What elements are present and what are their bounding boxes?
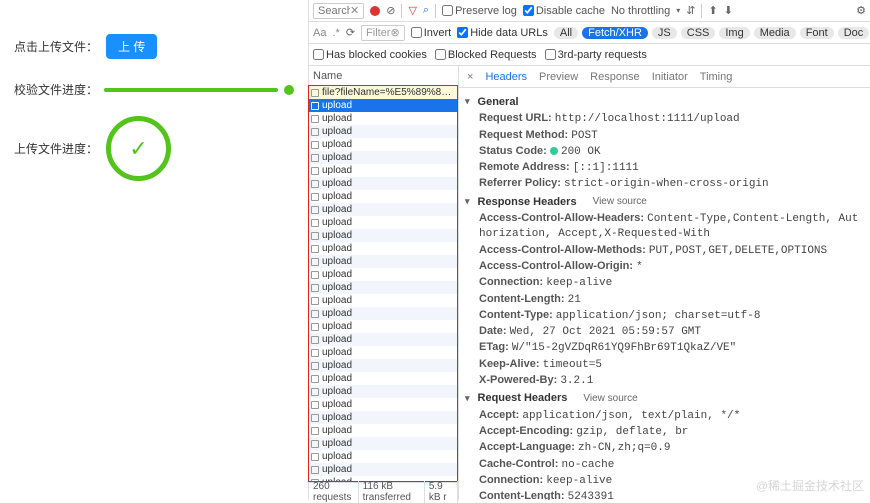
clear-icon[interactable]: ⊘ [386, 4, 395, 17]
search-icon[interactable]: ⌕ [423, 4, 429, 17]
preserve-log-checkbox[interactable]: Preserve log [442, 5, 517, 17]
status-dot-icon [550, 147, 558, 155]
request-row[interactable]: upload [309, 385, 457, 398]
check-icon: ✓ [129, 136, 147, 162]
upload-button[interactable]: 上 传 [106, 34, 157, 59]
blocked-requests-checkbox[interactable]: Blocked Requests [435, 49, 537, 61]
devtools-panel: ✕ ⊘ ▽ ⌕ Preserve log Disable cache No th… [308, 0, 870, 500]
type-filter-media[interactable]: Media [754, 27, 796, 39]
request-row[interactable]: upload [309, 177, 457, 190]
requests-footer: 260 requests 116 kB transferred 5.9 kB r [309, 482, 458, 500]
request-row[interactable]: upload [309, 151, 457, 164]
requests-list[interactable]: file?fileName=%E5%89%8D%E7%AB…uploaduplo… [308, 85, 458, 482]
request-row[interactable]: upload [309, 242, 457, 255]
close-details-icon[interactable]: × [467, 71, 473, 83]
type-filter-fetchxhr[interactable]: Fetch/XHR [582, 27, 648, 39]
tab-timing[interactable]: Timing [700, 71, 733, 83]
request-row[interactable]: upload [309, 138, 457, 151]
section-request-headers[interactable]: Request HeadersView source [465, 391, 864, 405]
request-row[interactable]: upload [309, 463, 457, 476]
request-row[interactable]: upload [309, 437, 457, 450]
request-row[interactable]: upload [309, 294, 457, 307]
type-filter-all[interactable]: All [554, 27, 578, 39]
request-row[interactable]: upload [309, 203, 457, 216]
request-row[interactable]: upload [309, 125, 457, 138]
section-response-headers[interactable]: Response HeadersView source [465, 195, 864, 209]
request-row[interactable]: upload [309, 450, 457, 463]
filter-input[interactable]: Filter ⊗ [361, 25, 405, 41]
request-row[interactable]: upload [309, 307, 457, 320]
requests-column: Name file?fileName=%E5%89%8D%E7%AB…uploa… [309, 66, 459, 500]
upload-progress-label: 上传文件进度： [14, 140, 98, 157]
request-row[interactable]: upload [309, 268, 457, 281]
request-row[interactable]: upload [309, 164, 457, 177]
request-row[interactable]: upload [309, 320, 457, 333]
download-icon[interactable]: ⬇ [724, 4, 733, 17]
blocked-toolbar: Has blocked cookies Blocked Requests 3rd… [309, 44, 870, 66]
request-row[interactable]: upload [309, 424, 457, 437]
progress-complete-icon [284, 85, 294, 95]
request-row[interactable]: upload [309, 112, 457, 125]
clear-filter-icon[interactable]: ⊗ [390, 26, 399, 39]
regex-icon[interactable]: .* [332, 27, 339, 39]
disable-cache-checkbox[interactable]: Disable cache [523, 5, 605, 17]
reload-icon[interactable]: ⟳ [346, 26, 355, 39]
request-row[interactable]: upload [309, 346, 457, 359]
type-filter-doc[interactable]: Doc [838, 27, 870, 39]
tab-initiator[interactable]: Initiator [652, 71, 688, 83]
verify-progress-bar [104, 88, 278, 92]
request-row[interactable]: upload [309, 99, 457, 112]
request-type-filters: AllFetch/XHRJSCSSImgMediaFontDocWSWasmMa… [554, 27, 870, 39]
details-column: × Headers Preview Response Initiator Tim… [459, 66, 870, 500]
request-row[interactable]: upload [309, 359, 457, 372]
search-input[interactable] [318, 5, 350, 17]
search-box[interactable]: ✕ [313, 3, 364, 19]
invert-checkbox[interactable]: Invert [411, 27, 452, 39]
record-icon[interactable] [370, 6, 380, 16]
chevron-down-icon[interactable]: ▾ [676, 6, 680, 15]
blocked-cookies-checkbox[interactable]: Has blocked cookies [313, 49, 427, 61]
type-filter-css[interactable]: CSS [681, 27, 716, 39]
third-party-checkbox[interactable]: 3rd-party requests [545, 49, 647, 61]
headers-pane[interactable]: General Request URL: http://localhost:11… [459, 88, 870, 500]
filter-toolbar: Aa .* ⟳ Filter ⊗ Invert Hide data URLs A… [309, 22, 870, 44]
wifi-icon[interactable]: ⇵ [686, 4, 695, 17]
hide-data-urls-checkbox[interactable]: Hide data URLs [457, 27, 548, 39]
request-row[interactable]: upload [309, 281, 457, 294]
upload-progress-circle: ✓ [106, 116, 171, 181]
tab-response[interactable]: Response [590, 71, 640, 83]
request-row[interactable]: upload [309, 333, 457, 346]
view-source-link[interactable]: View source [593, 195, 647, 208]
request-row[interactable]: upload [309, 229, 457, 242]
upload-icon[interactable]: ⬆ [708, 4, 717, 17]
request-row[interactable]: upload [309, 216, 457, 229]
request-row[interactable]: upload [309, 398, 457, 411]
type-filter-js[interactable]: JS [652, 27, 677, 39]
filter-icon[interactable]: ▽ [408, 4, 416, 17]
verify-progress-label: 校验文件进度： [14, 81, 98, 98]
throttling-select[interactable]: No throttling [611, 5, 670, 17]
gear-icon[interactable]: ⚙ [856, 4, 866, 17]
request-row[interactable]: upload [309, 411, 457, 424]
type-filter-font[interactable]: Font [800, 27, 834, 39]
tab-preview[interactable]: Preview [539, 71, 578, 83]
app-panel: 点击上传文件： 上 传 校验文件进度： 上传文件进度： ✓ [0, 0, 308, 500]
request-row[interactable]: upload [309, 190, 457, 203]
type-filter-img[interactable]: Img [719, 27, 749, 39]
match-case[interactable]: Aa [313, 27, 326, 39]
name-column-header[interactable]: Name [309, 66, 458, 86]
section-general[interactable]: General [465, 95, 864, 109]
request-row[interactable]: upload [309, 372, 457, 385]
tab-headers[interactable]: Headers [485, 71, 527, 83]
request-row[interactable]: file?fileName=%E5%89%8D%E7%AB… [309, 86, 457, 99]
devtools-toolbar: ✕ ⊘ ▽ ⌕ Preserve log Disable cache No th… [309, 0, 870, 22]
close-icon[interactable]: ✕ [350, 4, 359, 17]
request-row[interactable]: upload [309, 255, 457, 268]
upload-label: 点击上传文件： [14, 38, 98, 55]
details-tabs: × Headers Preview Response Initiator Tim… [459, 66, 870, 88]
view-source-link[interactable]: View source [583, 392, 637, 405]
